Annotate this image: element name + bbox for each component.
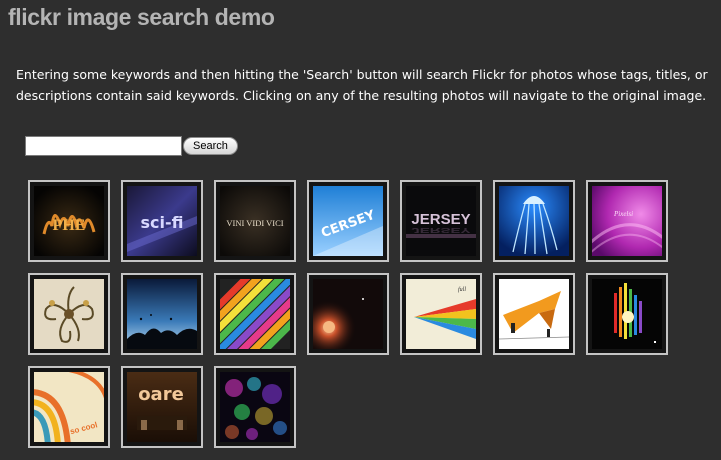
photo-thumbnail-11[interactable] xyxy=(307,273,389,355)
sunset-silhouette-artwork-icon xyxy=(127,279,197,349)
svg-text:JERSEY: JERSEY xyxy=(411,226,470,235)
intro-text: Entering some keywords and then hitting … xyxy=(16,67,708,103)
photo-thumbnail-13[interactable] xyxy=(493,273,575,355)
photo-thumbnail-2[interactable]: sci-fi xyxy=(121,180,203,262)
photo-thumbnail-17[interactable] xyxy=(214,366,296,448)
thumbnail-caption: oare xyxy=(138,384,184,405)
photo-thumbnail-10[interactable] xyxy=(214,273,296,355)
thumbnail-caption: sci-fi xyxy=(141,213,184,232)
purple-swirl-artwork-icon: Pixelsi xyxy=(592,186,662,256)
blue-3d-text-artwork-icon: CERSEY xyxy=(313,186,383,256)
photo-thumbnail-5[interactable]: JERSEY JERSEY xyxy=(400,180,482,262)
photo-thumbnail-12[interactable]: full xyxy=(400,273,482,355)
bokeh-lights-artwork-icon xyxy=(220,372,290,442)
planet-burst-artwork-icon xyxy=(313,279,383,349)
floral-ornament-artwork-icon xyxy=(34,279,104,349)
page-title: flickr image search demo xyxy=(8,4,275,30)
photo-thumbnail-16[interactable]: oare xyxy=(121,366,203,448)
orange-arrow-artwork-icon xyxy=(499,279,569,349)
photo-thumbnail-15[interactable]: so cool xyxy=(28,366,110,448)
photo-thumbnail-14[interactable] xyxy=(586,273,668,355)
diagonal-stripes-artwork-icon xyxy=(220,279,290,349)
photo-thumbnail-3[interactable]: VINI VIDI VICI xyxy=(214,180,296,262)
fire-text-artwork-icon: PHE xyxy=(34,186,104,256)
rainbow-arrow-artwork-icon: full xyxy=(406,279,476,349)
retro-stripes-artwork-icon: so cool xyxy=(34,372,104,442)
search-form: Search xyxy=(25,136,238,156)
jellyfish-artwork-icon xyxy=(499,186,569,256)
photo-thumbnail-9[interactable] xyxy=(121,273,203,355)
light-spectrum-artwork-icon xyxy=(592,279,662,349)
photo-thumbnail-6[interactable] xyxy=(493,180,575,262)
photo-thumbnail-7[interactable]: Pixelsi xyxy=(586,180,668,262)
thumbnail-caption: JERSEY xyxy=(411,211,470,228)
photo-thumbnail-4[interactable]: CERSEY xyxy=(307,180,389,262)
svg-text:full: full xyxy=(458,286,466,293)
vini-vidi-vici-artwork-icon: VINI VIDI VICI xyxy=(220,186,290,256)
photo-thumbnail-8[interactable] xyxy=(28,273,110,355)
photo-thumbnail-1[interactable]: PHE xyxy=(28,180,110,262)
sci-fi-text-artwork-icon: sci-fi xyxy=(127,186,197,256)
search-button[interactable]: Search xyxy=(183,137,238,155)
search-input[interactable] xyxy=(25,136,182,156)
thumbnail-caption: PHE xyxy=(53,217,86,234)
thumbnail-caption: VINI VIDI VICI xyxy=(226,218,283,228)
3d-letters-artwork-icon: oare xyxy=(127,372,197,442)
jersey-chrome-text-artwork-icon: JERSEY JERSEY xyxy=(406,186,476,256)
thumbnail-caption: Pixelsi xyxy=(613,210,633,218)
